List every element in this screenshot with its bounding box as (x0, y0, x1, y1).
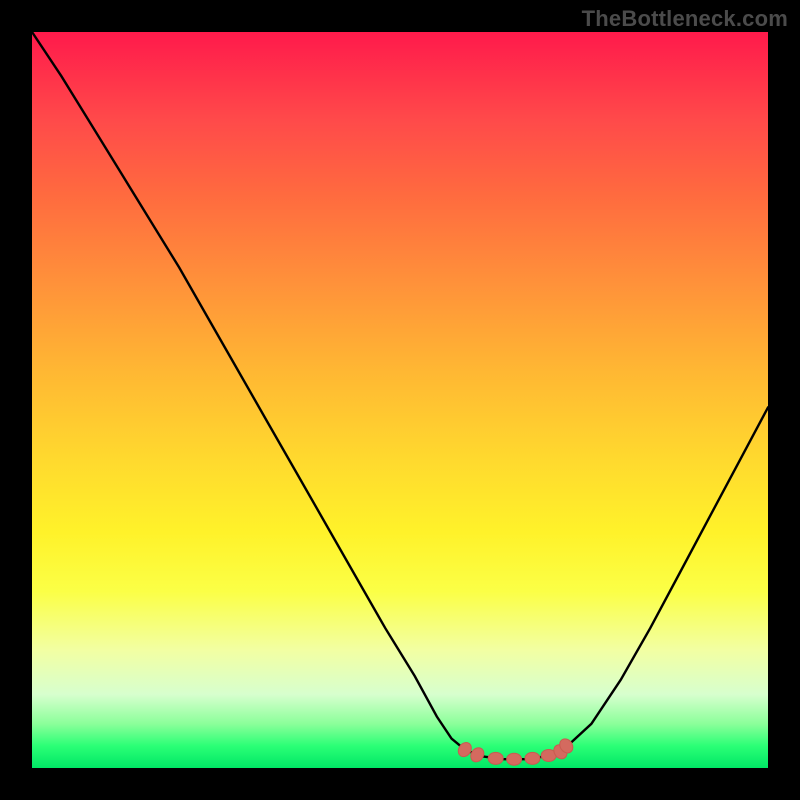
chart-plot-area (32, 32, 768, 768)
marker-point (488, 752, 503, 764)
watermark-text: TheBottleneck.com (582, 6, 788, 32)
curve-left (32, 32, 465, 750)
outer-frame: TheBottleneck.com (0, 0, 800, 800)
ideal-zone-markers (456, 736, 576, 765)
chart-svg (32, 32, 768, 768)
marker-point (507, 753, 522, 765)
marker-point (525, 752, 540, 764)
curve-right (563, 407, 768, 749)
